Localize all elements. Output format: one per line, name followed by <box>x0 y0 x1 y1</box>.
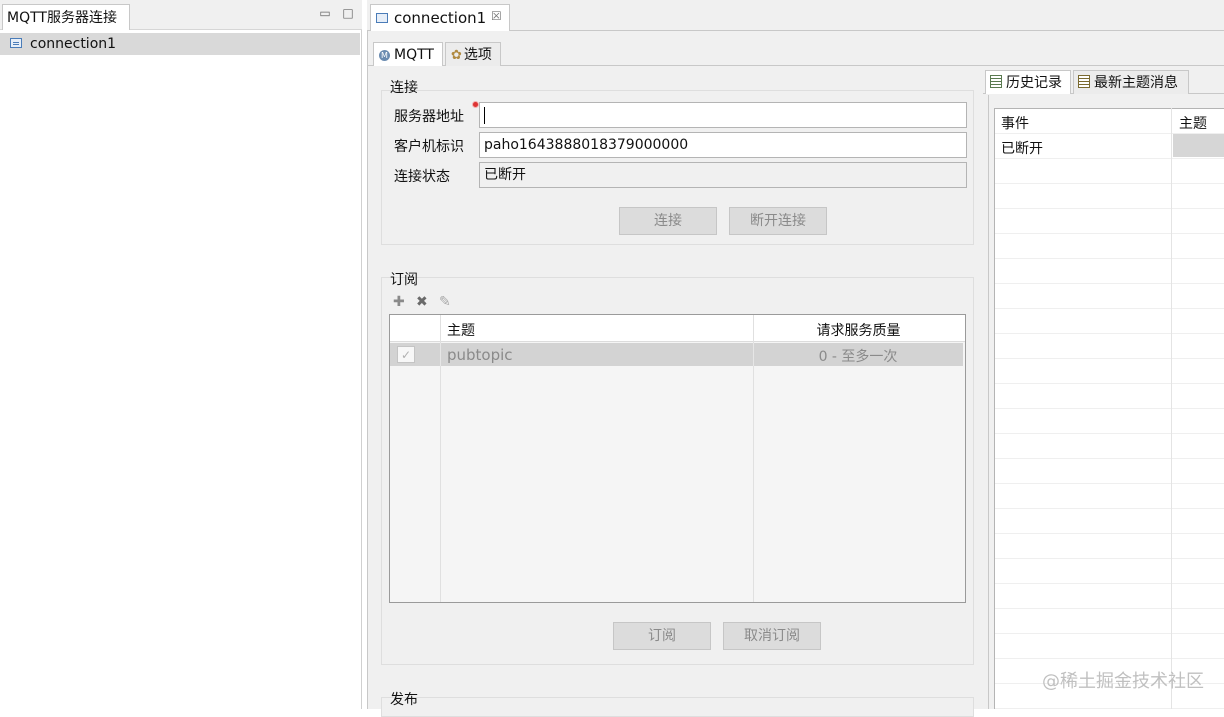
disconnect-button[interactable]: 断开连接 <box>729 207 827 235</box>
editor-tab-label: connection1 <box>394 9 487 27</box>
subscription-group-title: 订阅 <box>390 272 418 288</box>
tab-history-label: 历史记录 <box>1006 75 1062 91</box>
column-header-topic[interactable]: 主题 <box>447 320 475 340</box>
connection-status-field: 已断开 <box>479 162 967 188</box>
minimize-icon[interactable]: ▭ <box>318 6 332 20</box>
publish-group <box>381 697 974 717</box>
connect-button[interactable]: 连接 <box>619 207 717 235</box>
history-list-icon <box>990 75 1002 88</box>
maximize-icon[interactable]: □ <box>341 6 355 20</box>
tab-latest-topic-messages[interactable]: 最新主题消息 <box>1073 70 1189 94</box>
client-id-label: 客户机标识 <box>394 139 464 155</box>
column-divider <box>440 343 441 366</box>
error-decoration-icon <box>472 101 479 108</box>
row-checkbox[interactable]: ✓ <box>397 346 415 363</box>
column-header-topic[interactable]: 主题 <box>1179 113 1207 133</box>
subscribe-button[interactable]: 订阅 <box>613 622 711 650</box>
row-topic-cell: pubtopic <box>447 346 513 364</box>
connection-status-label: 连接状态 <box>394 169 450 185</box>
unsubscribe-button[interactable]: 取消订阅 <box>723 622 821 650</box>
history-topic-cell <box>1173 134 1224 157</box>
connection-icon <box>376 13 388 23</box>
publish-group-title: 发布 <box>390 692 418 708</box>
server-address-label: 服务器地址 <box>394 109 464 125</box>
column-header-event[interactable]: 事件 <box>1001 113 1029 133</box>
tab-connection1[interactable]: connection1 ☒ <box>370 4 510 31</box>
latest-messages-icon <box>1078 75 1090 88</box>
delete-icon[interactable]: ✖ <box>416 294 428 310</box>
tab-options[interactable]: ✿ 选项 <box>445 42 501 66</box>
connection-icon <box>10 38 22 48</box>
client-id-input[interactable]: paho1643888018379000000 <box>479 132 967 158</box>
tab-label: MQTT服务器连接 <box>7 10 117 26</box>
connection-group-title: 连接 <box>390 80 418 96</box>
gear-icon: ✿ <box>451 48 462 63</box>
connections-view <box>0 0 362 709</box>
tab-latest-label: 最新主题消息 <box>1094 75 1178 91</box>
history-table <box>994 108 1224 709</box>
tab-history[interactable]: 历史记录 <box>985 70 1071 94</box>
tab-mqtt[interactable]: M MQTT <box>373 42 443 66</box>
close-icon[interactable]: ☒ <box>491 9 502 23</box>
tab-options-label: 选项 <box>463 47 492 63</box>
server-address-input[interactable] <box>479 102 967 128</box>
row-qos-cell: 0 - 至多一次 <box>818 349 898 365</box>
column-divider <box>1171 108 1172 709</box>
tree-item-label: connection1 <box>30 36 117 52</box>
tab-mqtt-label: MQTT <box>394 47 434 63</box>
add-icon[interactable]: ✚ <box>393 294 405 310</box>
text-cursor <box>484 107 485 124</box>
watermark: @稀土掘金技术社区 <box>1042 671 1204 692</box>
history-event-cell: 已断开 <box>1001 141 1043 157</box>
edit-icon[interactable]: ✎ <box>439 294 451 310</box>
tree-item-connection1[interactable]: connection1 <box>0 33 360 55</box>
tab-mqtt-server-connections[interactable]: MQTT服务器连接 <box>2 4 130 30</box>
mqtt-icon: M <box>379 50 390 61</box>
column-header-qos[interactable]: 请求服务质量 <box>753 320 964 340</box>
